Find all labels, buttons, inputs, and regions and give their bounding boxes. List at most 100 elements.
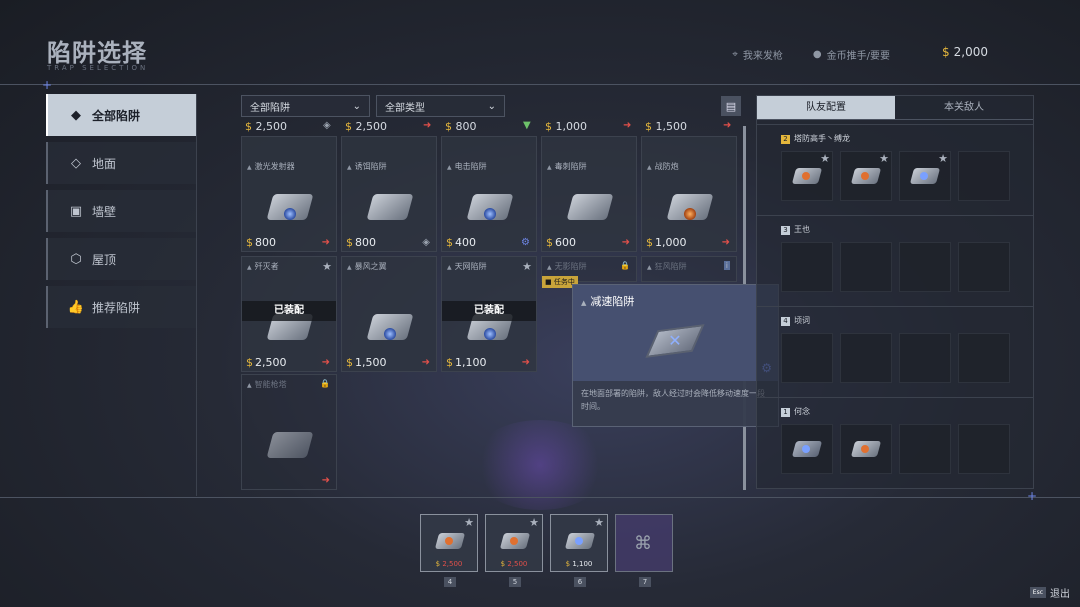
member-number: 1 (781, 408, 790, 417)
trap-slot[interactable]: ★ (781, 151, 833, 201)
header-action-fire[interactable]: ⌖ 我来发枪 (732, 47, 783, 62)
header-divider (0, 84, 1080, 85)
sidebar-item-roof[interactable]: ⬡ 屋顶 (46, 238, 196, 280)
trap-model (790, 435, 824, 463)
tab-teammates[interactable]: 队友配置 (757, 96, 895, 120)
type-filter-dropdown[interactable]: 全部类型 ⌄ (376, 95, 505, 117)
trap-slot[interactable] (958, 242, 1010, 292)
price-label: $ 1,500 (645, 120, 687, 133)
slot-cost: $ 1,100 (551, 560, 607, 568)
footer-divider (0, 497, 1080, 498)
trap-slot[interactable] (958, 151, 1010, 201)
trap-slot[interactable] (840, 242, 892, 292)
loadout-slot-6[interactable]: ★ $ 1,100 6 (550, 514, 608, 587)
loadout-slot-7[interactable]: ⌘ 7 (615, 514, 673, 587)
gear-icon: ⚙ (521, 237, 530, 248)
sidebar-item-recommended[interactable]: 👍 推荐陷阱 (46, 286, 196, 328)
member-name: 何念 (794, 407, 810, 416)
trap-slot[interactable]: ★ (899, 151, 951, 201)
sidebar-item-floor[interactable]: ◇ 地面 (46, 142, 196, 184)
tooltip-title: 减速陷阱 (581, 293, 634, 309)
trap-model (360, 182, 420, 232)
trap-name: 狂风陷阱 (647, 261, 687, 272)
sidebar-item-wall[interactable]: ▣ 墙壁 (46, 190, 196, 232)
loadout-slot-5[interactable]: ★ $ 2,500 5 (485, 514, 543, 587)
trap-slot[interactable] (840, 333, 892, 383)
empty-slot-emblem-icon: ⌘ (634, 533, 652, 554)
dollar-icon: $ (446, 236, 453, 249)
trap-slot[interactable] (781, 424, 833, 474)
chevron-down-icon: ⌄ (352, 100, 361, 112)
arrow-right-icon: ➜ (521, 357, 530, 368)
team-member-2: 3 王也 (757, 215, 1033, 305)
esc-key-icon: Esc (1029, 587, 1046, 598)
trap-name: 诱饵陷阱 (347, 161, 387, 172)
trap-slot[interactable] (958, 424, 1010, 474)
price-strip: $ 2,500 ◈ $ 2,500 ➜ $ 800 ▼ $ 1,000 ➜ $ … (241, 118, 741, 138)
shield-icon: ◈ (323, 120, 331, 131)
trap-card-laser[interactable]: 激光发射器 $800 ➜ (241, 136, 337, 252)
trap-name: 电击陷阱 (447, 161, 487, 172)
trap-card-gale[interactable]: 狂风陷阱 i (641, 256, 737, 282)
trap-filter-dropdown[interactable]: 全部陷阱 ⌄ (241, 95, 370, 117)
slow-trap-model: ✕ (645, 321, 705, 361)
sidebar-item-all-traps[interactable]: ◆ 全部陷阱 (46, 94, 196, 136)
trap-filter-value: 全部陷阱 (250, 102, 290, 114)
trap-name: 无影陷阱 (547, 261, 587, 272)
wall-icon: ▣ (69, 203, 83, 219)
user-icon: ● (812, 49, 822, 60)
trap-model (260, 420, 320, 470)
arrow-right-icon: ➜ (321, 357, 330, 368)
trap-model (460, 182, 520, 232)
trap-slot[interactable] (899, 333, 951, 383)
trap-card-shock[interactable]: 电击陷阱 $400 ⚙ (441, 136, 537, 252)
loadout-slot-4[interactable]: ★ $ 2,500 4 (420, 514, 478, 587)
trap-card-decoy[interactable]: 诱饵陷阱 $800 ◈ (341, 136, 437, 252)
trap-card-skynet[interactable]: 天网陷阱 ★ 已装配 $1,100 ➜ (441, 256, 537, 372)
dollar-icon: $ (565, 560, 571, 568)
header-actions: ⌖ 我来发枪 ● 金币推手/要要 (732, 47, 890, 62)
info-icon: i (723, 261, 730, 270)
tab-enemies[interactable]: 本关敌人 (895, 96, 1033, 120)
trap-price: $1,500 (346, 356, 387, 369)
trap-card-annihilator[interactable]: 歼灭者 ★ 已装配 $2,500 ➜ (241, 256, 337, 372)
trap-slot[interactable] (781, 242, 833, 292)
price-label: $ 1,000 (545, 120, 587, 133)
trap-card-smart-turret[interactable]: 智能枪塔 🔒 ➜ (241, 374, 337, 490)
sidebar-item-label: 屋顶 (92, 252, 117, 267)
price-value: 600 (555, 236, 576, 249)
tooltip-description: 在地面部署的陷阱，敌人经过时会降低移动速度一段时间。 (581, 389, 765, 411)
trap-slot[interactable] (958, 333, 1010, 383)
trap-model (563, 525, 597, 555)
star-icon: ★ (522, 260, 532, 273)
header-action-user[interactable]: ● 金币推手/要要 (813, 47, 890, 62)
price-label: $ 800 (445, 120, 477, 133)
team-member-name: 2 塔防高手丶缚龙 (781, 133, 850, 144)
clipboard-button[interactable]: ▤ (721, 96, 741, 116)
trap-model (790, 162, 824, 190)
team-member-1: 2 塔防高手丶缚龙 ★ ★ ★ (757, 124, 1033, 214)
trap-slot[interactable] (781, 333, 833, 383)
cost-value: 2,500 (507, 560, 528, 568)
gun-icon: ⌖ (732, 49, 738, 60)
arrow-right-icon: ➜ (623, 120, 632, 131)
dollar-icon: $ (942, 45, 950, 59)
trap-slot[interactable] (899, 424, 951, 474)
trap-card-spike[interactable]: 毒刺陷阱 $600 ➜ (541, 136, 637, 252)
exit-button[interactable]: Esc 退出 (1029, 585, 1070, 600)
trap-slot[interactable] (899, 242, 951, 292)
trap-slot[interactable] (840, 424, 892, 474)
trap-slot[interactable]: ★ (840, 151, 892, 201)
cost-value: 2,500 (442, 560, 463, 568)
star-icon: ★ (322, 260, 332, 273)
trap-card-storm-wing[interactable]: 暴风之翼 $1,500 ➜ (341, 256, 437, 372)
dollar-icon: $ (246, 236, 253, 249)
team-member-name: 3 王也 (781, 224, 810, 235)
slot-number: 7 (639, 577, 651, 587)
trap-price: $800 (246, 236, 276, 249)
dollar-icon: $ (446, 356, 453, 369)
slot-number: 6 (574, 577, 586, 587)
trap-card-cannon[interactable]: 战防炮 $1,000 ➜ (641, 136, 737, 252)
trap-model (849, 162, 883, 190)
quest-icon: ■ (545, 278, 554, 286)
